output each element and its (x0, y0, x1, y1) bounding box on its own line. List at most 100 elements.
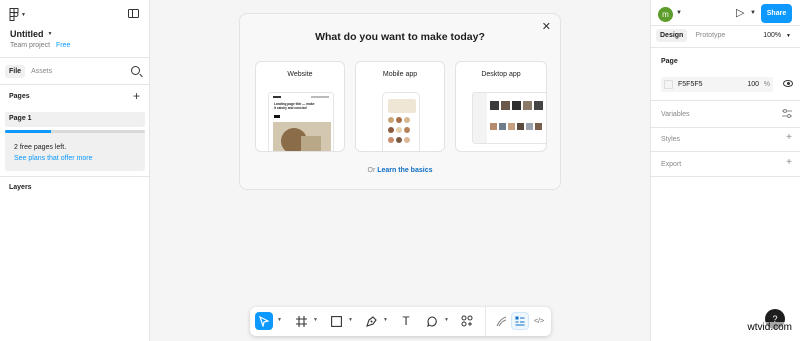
pen-icon (365, 315, 377, 327)
chevron-down-icon[interactable]: ▼ (383, 317, 388, 323)
page-opacity[interactable]: 100 (747, 81, 759, 88)
card-label: Website (287, 71, 313, 78)
actions-button[interactable] (458, 312, 476, 330)
comment-tool-button[interactable] (423, 312, 441, 330)
project-name[interactable]: Team project (10, 42, 50, 49)
variables-title: Variables (661, 111, 690, 118)
dev-mode-button[interactable]: </> (530, 312, 548, 330)
add-export-icon[interactable]: + (786, 157, 792, 168)
file-meta: Team project Free (10, 42, 70, 49)
plans-text: 2 free pages left. See plans that offer … (14, 142, 92, 164)
file-title-text: Untitled (10, 29, 44, 39)
plans-banner: 2 free pages left. See plans that offer … (5, 130, 145, 171)
chevron-down-icon[interactable]: ▼ (676, 10, 682, 16)
thumbnail-heading: Landing page title — make it catchy and … (274, 102, 315, 110)
avatar[interactable]: m (658, 7, 673, 22)
actions-icon (461, 315, 473, 327)
layers-divider (0, 176, 150, 177)
watermark-text: wtvid.com (745, 322, 794, 333)
sidebar-toggle-icon[interactable] (128, 9, 139, 18)
main-menu-button[interactable]: ▼ (9, 8, 26, 21)
plans-line: 2 free pages left. (14, 144, 67, 151)
comment-icon (426, 315, 437, 327)
cursor-icon (259, 315, 269, 327)
card-label: Mobile app (382, 71, 418, 78)
divider (651, 25, 800, 26)
opacity-unit: % (763, 81, 770, 88)
page-color-hex[interactable]: F5F5F5 (678, 81, 703, 88)
chevron-down-icon: ▼ (786, 33, 791, 39)
mobile-app-card[interactable]: Mobile app (355, 61, 445, 152)
mobile-app-thumbnail (382, 92, 420, 151)
add-style-icon[interactable]: + (786, 132, 792, 143)
divider (651, 151, 800, 152)
pen-tool-button[interactable] (362, 312, 380, 330)
variables-icon[interactable] (782, 109, 792, 121)
divider (651, 176, 800, 177)
page-section-title: Page (661, 58, 678, 65)
mode-switcher: </> (485, 307, 551, 336)
add-page-icon[interactable]: + (133, 89, 140, 103)
learn-prefix: Or (367, 167, 376, 174)
page-color-field[interactable]: F5F5F5 100 % (661, 77, 773, 92)
sliders-icon (782, 109, 792, 118)
learn-basics-row: Or Learn the basics (240, 167, 560, 174)
chevron-down-icon[interactable]: ▼ (444, 317, 449, 323)
zoom-value: 100% (763, 32, 782, 39)
chevron-down-icon[interactable]: ▼ (277, 317, 282, 323)
layers-header: Layers (9, 184, 32, 191)
left-tabs: File Assets (0, 58, 149, 85)
figma-logo-icon (9, 8, 19, 21)
styles-title: Styles (661, 136, 681, 143)
learn-basics-link[interactable]: Learn the basics (377, 167, 432, 174)
pages-usage-bar (5, 130, 145, 133)
tab-file[interactable]: File (5, 64, 26, 78)
chevron-down-icon[interactable]: ▼ (348, 317, 353, 323)
modal-title: What do you want to make today? (315, 31, 485, 43)
card-label: Desktop app (481, 71, 521, 78)
tab-design[interactable]: Design (656, 29, 688, 42)
pages-usage-fill (5, 130, 52, 133)
desktop-app-card[interactable]: Desktop app (455, 61, 547, 152)
chevron-down-icon: ▼ (47, 31, 53, 37)
draw-mode-button[interactable] (492, 312, 510, 330)
file-title[interactable]: Untitled ▼ (10, 29, 52, 39)
shape-tool-button[interactable] (327, 312, 345, 330)
right-panel: m ▼ ▷ ▼ Share Design Prototype 100% ▼ Pa… (650, 0, 800, 341)
close-icon[interactable]: ✕ (542, 20, 551, 33)
website-card[interactable]: Website Landing page title — make it cat… (255, 61, 345, 152)
frame-icon (295, 315, 307, 327)
draw-icon (495, 315, 506, 326)
see-plans-link[interactable]: See plans that offer more (14, 153, 92, 164)
text-tool-button[interactable]: T (397, 312, 415, 330)
export-title: Export (661, 161, 682, 168)
zoom-level[interactable]: 100% ▼ (763, 32, 791, 39)
chevron-down-icon[interactable]: ▼ (313, 317, 318, 323)
design-mode-button[interactable] (511, 312, 529, 330)
tab-prototype[interactable]: Prototype (691, 29, 729, 42)
right-tabs: Design Prototype (656, 29, 729, 42)
plan-badge: Free (56, 42, 71, 49)
search-icon[interactable] (131, 66, 140, 75)
file-header: ▼ Untitled ▼ Team project Free (0, 0, 149, 58)
divider (651, 127, 800, 128)
divider (651, 100, 800, 101)
code-icon: </> (533, 317, 545, 325)
desktop-app-thumbnail (472, 92, 546, 144)
design-icon (515, 316, 525, 326)
eye-icon[interactable] (783, 80, 793, 87)
play-icon: ▷ (736, 7, 745, 19)
color-swatch[interactable] (664, 80, 673, 89)
move-tool-button[interactable] (255, 312, 273, 330)
page-item[interactable]: Page 1 (5, 112, 145, 127)
bottom-toolbar: ▼ ▼ ▼ ▼ T ▼ </> (250, 307, 551, 336)
rectangle-icon (330, 315, 342, 327)
left-panel: ▼ Untitled ▼ Team project Free File Asse… (0, 0, 150, 341)
share-button[interactable]: Share (761, 4, 792, 23)
chevron-down-icon: ▼ (21, 11, 26, 18)
chevron-down-icon[interactable]: ▼ (750, 10, 756, 16)
frame-tool-button[interactable] (292, 312, 310, 330)
tab-assets[interactable]: Assets (27, 65, 56, 78)
divider (651, 47, 800, 48)
templates-modal: What do you want to make today? ✕ Websit… (239, 13, 561, 190)
